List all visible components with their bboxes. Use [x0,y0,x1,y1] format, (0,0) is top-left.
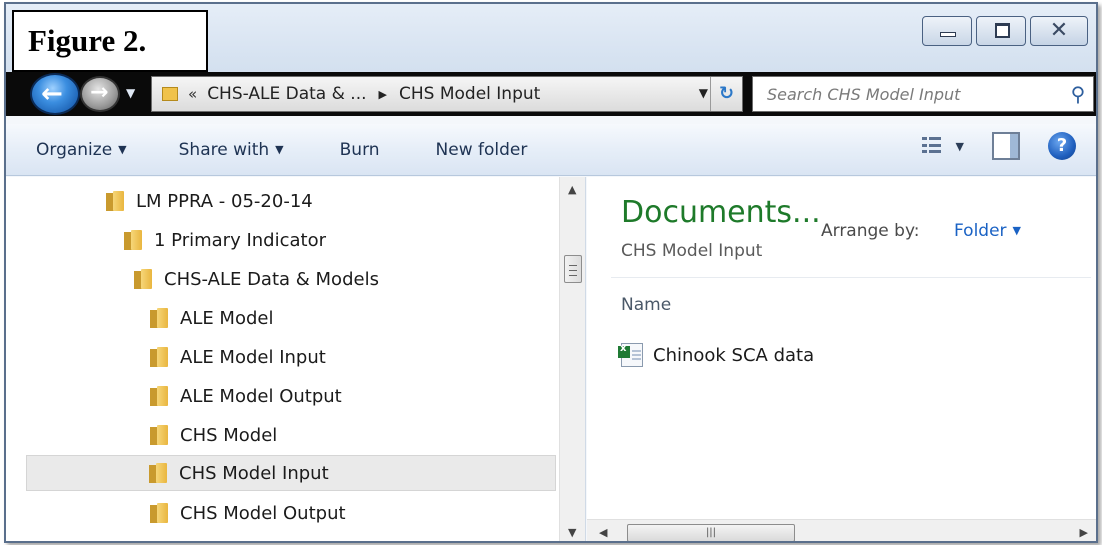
arrange-by-label: Arrange by: [821,221,920,241]
share-with-button[interactable]: Share with ▼ [175,136,288,164]
folder-icon [106,191,124,211]
forward-arrow-icon: → [90,80,109,105]
folder-icon [150,308,168,328]
help-icon[interactable]: ? [1048,132,1076,160]
views-dropdown-icon[interactable]: ▼ [956,140,964,153]
file-item[interactable]: Chinook SCA data [618,343,815,367]
explorer-window: ✕ ← → ▼ « CHS-ALE Data & ... ▶ CHS Model… [4,2,1098,543]
chevron-down-icon: ▼ [1012,224,1022,237]
tree-item-label: ALE Model Output [180,385,342,407]
new-folder-button[interactable]: New folder [432,136,532,164]
search-input[interactable] [753,77,1063,111]
tree-item[interactable]: ALE Model Output [150,378,342,414]
close-button[interactable]: ✕ [1030,16,1088,46]
folder-icon [124,230,142,250]
tree-item-selected[interactable]: CHS Model Input [26,455,556,491]
tree-item-label: 1 Primary Indicator [154,229,326,251]
folder-icon [149,463,167,483]
breadcrumb-parent[interactable]: CHS-ALE Data & ... [207,84,366,104]
arrange-by-dropdown[interactable]: Folder ▼ [954,221,1021,241]
folder-icon [150,386,168,406]
navigation-pane: LM PPRA - 05-20-14 1 Primary Indicator C… [6,177,586,541]
caption-buttons: ✕ [922,16,1088,46]
column-header-name[interactable]: Name [621,295,671,315]
tree-item[interactable]: CHS-ALE Data & Models [134,261,379,297]
scroll-thumb[interactable]: ||| [627,524,795,541]
vertical-scrollbar[interactable]: ▲ ▼ [559,177,585,541]
navigation-bar: ← → ▼ « CHS-ALE Data & ... ▶ CHS Model I… [6,72,1096,116]
excel-file-icon [618,343,643,367]
breadcrumb-current[interactable]: CHS Model Input [399,84,540,104]
tree-item-label: LM PPRA - 05-20-14 [136,190,313,212]
scroll-down-icon[interactable]: ▼ [568,526,576,539]
tree-item-label: ALE Model [180,307,274,329]
search-icon[interactable]: ⚲ [1063,82,1093,106]
back-button[interactable]: ← [30,73,80,115]
close-icon: ✕ [1049,18,1069,43]
folder-icon [150,425,168,445]
folder-icon [134,269,152,289]
maximize-button[interactable] [976,16,1026,46]
organize-button[interactable]: Organize ▼ [32,136,131,164]
folder-icon [162,87,178,101]
tree-item-label: CHS Model [180,424,278,446]
minimize-icon [940,32,956,37]
tree-item-label: CHS Model Output [180,502,346,524]
breadcrumb-arrow-icon[interactable]: ▶ [379,88,387,101]
divider [611,277,1091,278]
back-arrow-icon: ← [41,79,63,109]
figure-label: Figure 2. [12,10,208,72]
tree-item-label: CHS Model Input [179,462,329,484]
arrange-by-value: Folder [954,221,1007,241]
chevron-down-icon: ▼ [118,142,127,156]
folder-icon [150,347,168,367]
toolbar-right: ▼ ? [921,132,1076,160]
views-icon[interactable] [921,137,941,155]
scroll-right-icon[interactable]: ▶ [1080,526,1088,539]
horizontal-scrollbar[interactable]: ◀ ||| ▶ [587,519,1096,541]
tree-item[interactable]: ALE Model [150,300,273,336]
share-with-label: Share with [178,139,270,160]
address-bar[interactable]: « CHS-ALE Data & ... ▶ CHS Model Input ▼… [151,76,743,112]
scroll-left-icon[interactable]: ◀ [599,526,607,539]
folder-icon [150,503,168,523]
tree-item[interactable]: CHS Model [150,417,277,453]
file-name: Chinook SCA data [653,344,815,366]
refresh-icon[interactable]: ↻ [710,77,742,111]
library-title: Documents... [621,195,821,230]
recent-pages-dropdown-icon[interactable]: ▼ [126,86,135,100]
tree-item-label: CHS-ALE Data & Models [164,268,379,290]
chevron-down-icon: ▼ [275,142,284,156]
search-box[interactable]: ⚲ [752,76,1094,112]
forward-button[interactable]: → [80,76,120,112]
address-dropdown-icon[interactable]: ▼ [699,86,708,100]
title-bar: ✕ ← → ▼ « CHS-ALE Data & ... ▶ CHS Model… [6,4,1096,116]
burn-button[interactable]: Burn [336,136,384,164]
command-bar: Organize ▼ Share with ▼ Burn New folder ▼ … [6,124,1096,176]
scroll-up-icon[interactable]: ▲ [568,183,576,196]
preview-pane-icon[interactable] [992,132,1020,160]
tree-item[interactable]: LM PPRA - 05-20-14 [106,183,313,219]
tree-item[interactable]: 1 Primary Indicator [124,222,326,258]
library-subtitle: CHS Model Input [621,241,763,261]
address-overflow[interactable]: « [188,85,197,103]
organize-label: Organize [36,139,113,160]
tree-item[interactable]: ALE Model Input [150,339,326,375]
tree-item-label: ALE Model Input [180,346,326,368]
maximize-icon [995,23,1010,38]
scroll-thumb[interactable] [564,255,582,283]
tree-item[interactable]: CHS Model Output [150,495,346,531]
content-pane: Documents... CHS Model Input Arrange by:… [587,177,1096,541]
minimize-button[interactable] [922,16,972,46]
